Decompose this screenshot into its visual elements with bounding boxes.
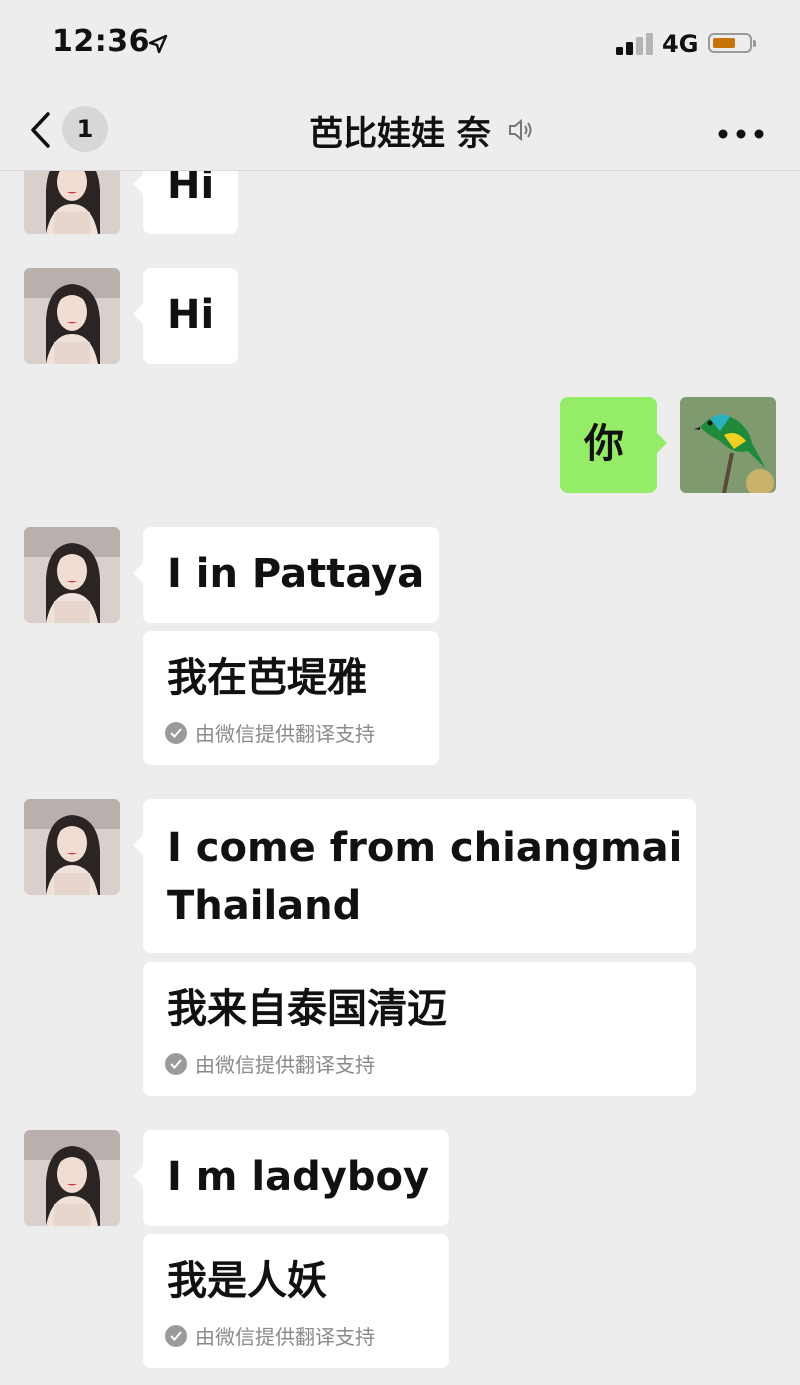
chat-header: 1 芭比娃娃 奈	[0, 88, 800, 171]
contact-avatar[interactable]	[24, 527, 120, 623]
battery-icon	[708, 33, 756, 53]
contact-avatar[interactable]	[24, 171, 120, 234]
message-bubble[interactable]: I in Pattaya	[133, 527, 439, 623]
self-message-bubble[interactable]: 你	[560, 397, 667, 493]
status-bar: 12:36 4G	[0, 0, 800, 88]
chat-area[interactable]: Hi Hi 你 I in Pattaya 我在芭堤雅 由微信提供翻译支持 I c…	[0, 171, 800, 1385]
message-text: I m ladyboy	[167, 1154, 430, 1200]
translation-text: 我是人妖	[167, 1258, 327, 1304]
message-text: 你	[584, 421, 624, 467]
translation-note: 由微信提供翻译支持	[165, 1049, 375, 1078]
translation-text: 我在芭堤雅	[167, 655, 367, 701]
check-icon	[165, 721, 187, 744]
translation-bubble[interactable]: 我来自泰国清迈 由微信提供翻译支持	[143, 962, 696, 1096]
check-icon	[165, 1052, 187, 1075]
message-text: Hi	[167, 171, 215, 208]
translation-note: 由微信提供翻译支持	[165, 1321, 375, 1350]
translation-text: 我来自泰国清迈	[167, 986, 447, 1032]
contact-avatar[interactable]	[24, 1130, 120, 1226]
message-text-line2: Thailand	[167, 883, 362, 929]
status-time: 12:36	[52, 24, 150, 59]
signal-icon	[616, 33, 654, 59]
translation-bubble[interactable]: 我是人妖 由微信提供翻译支持	[143, 1234, 449, 1368]
message-bubble[interactable]: Hi	[133, 171, 238, 234]
network-type: 4G	[662, 30, 699, 58]
more-icon[interactable]	[718, 124, 764, 143]
chat-title: 芭比娃娃 奈	[309, 114, 491, 154]
check-icon	[165, 1324, 187, 1347]
contact-avatar[interactable]	[24, 799, 120, 895]
contact-avatar[interactable]	[24, 268, 120, 364]
self-avatar[interactable]	[680, 397, 776, 493]
message-bubble[interactable]: Hi	[133, 268, 238, 364]
translation-note: 由微信提供翻译支持	[165, 718, 375, 747]
message-bubble[interactable]: I come from chiangmai Thailand	[133, 799, 696, 953]
translation-bubble[interactable]: 我在芭堤雅 由微信提供翻译支持	[143, 631, 439, 765]
message-text-line1: I come from chiangmai	[167, 825, 683, 871]
mute-icon	[506, 116, 534, 148]
message-bubble[interactable]: I m ladyboy	[133, 1130, 449, 1226]
message-text: Hi	[167, 292, 215, 338]
message-text: I in Pattaya	[167, 551, 425, 597]
location-arrow-icon	[148, 34, 168, 58]
